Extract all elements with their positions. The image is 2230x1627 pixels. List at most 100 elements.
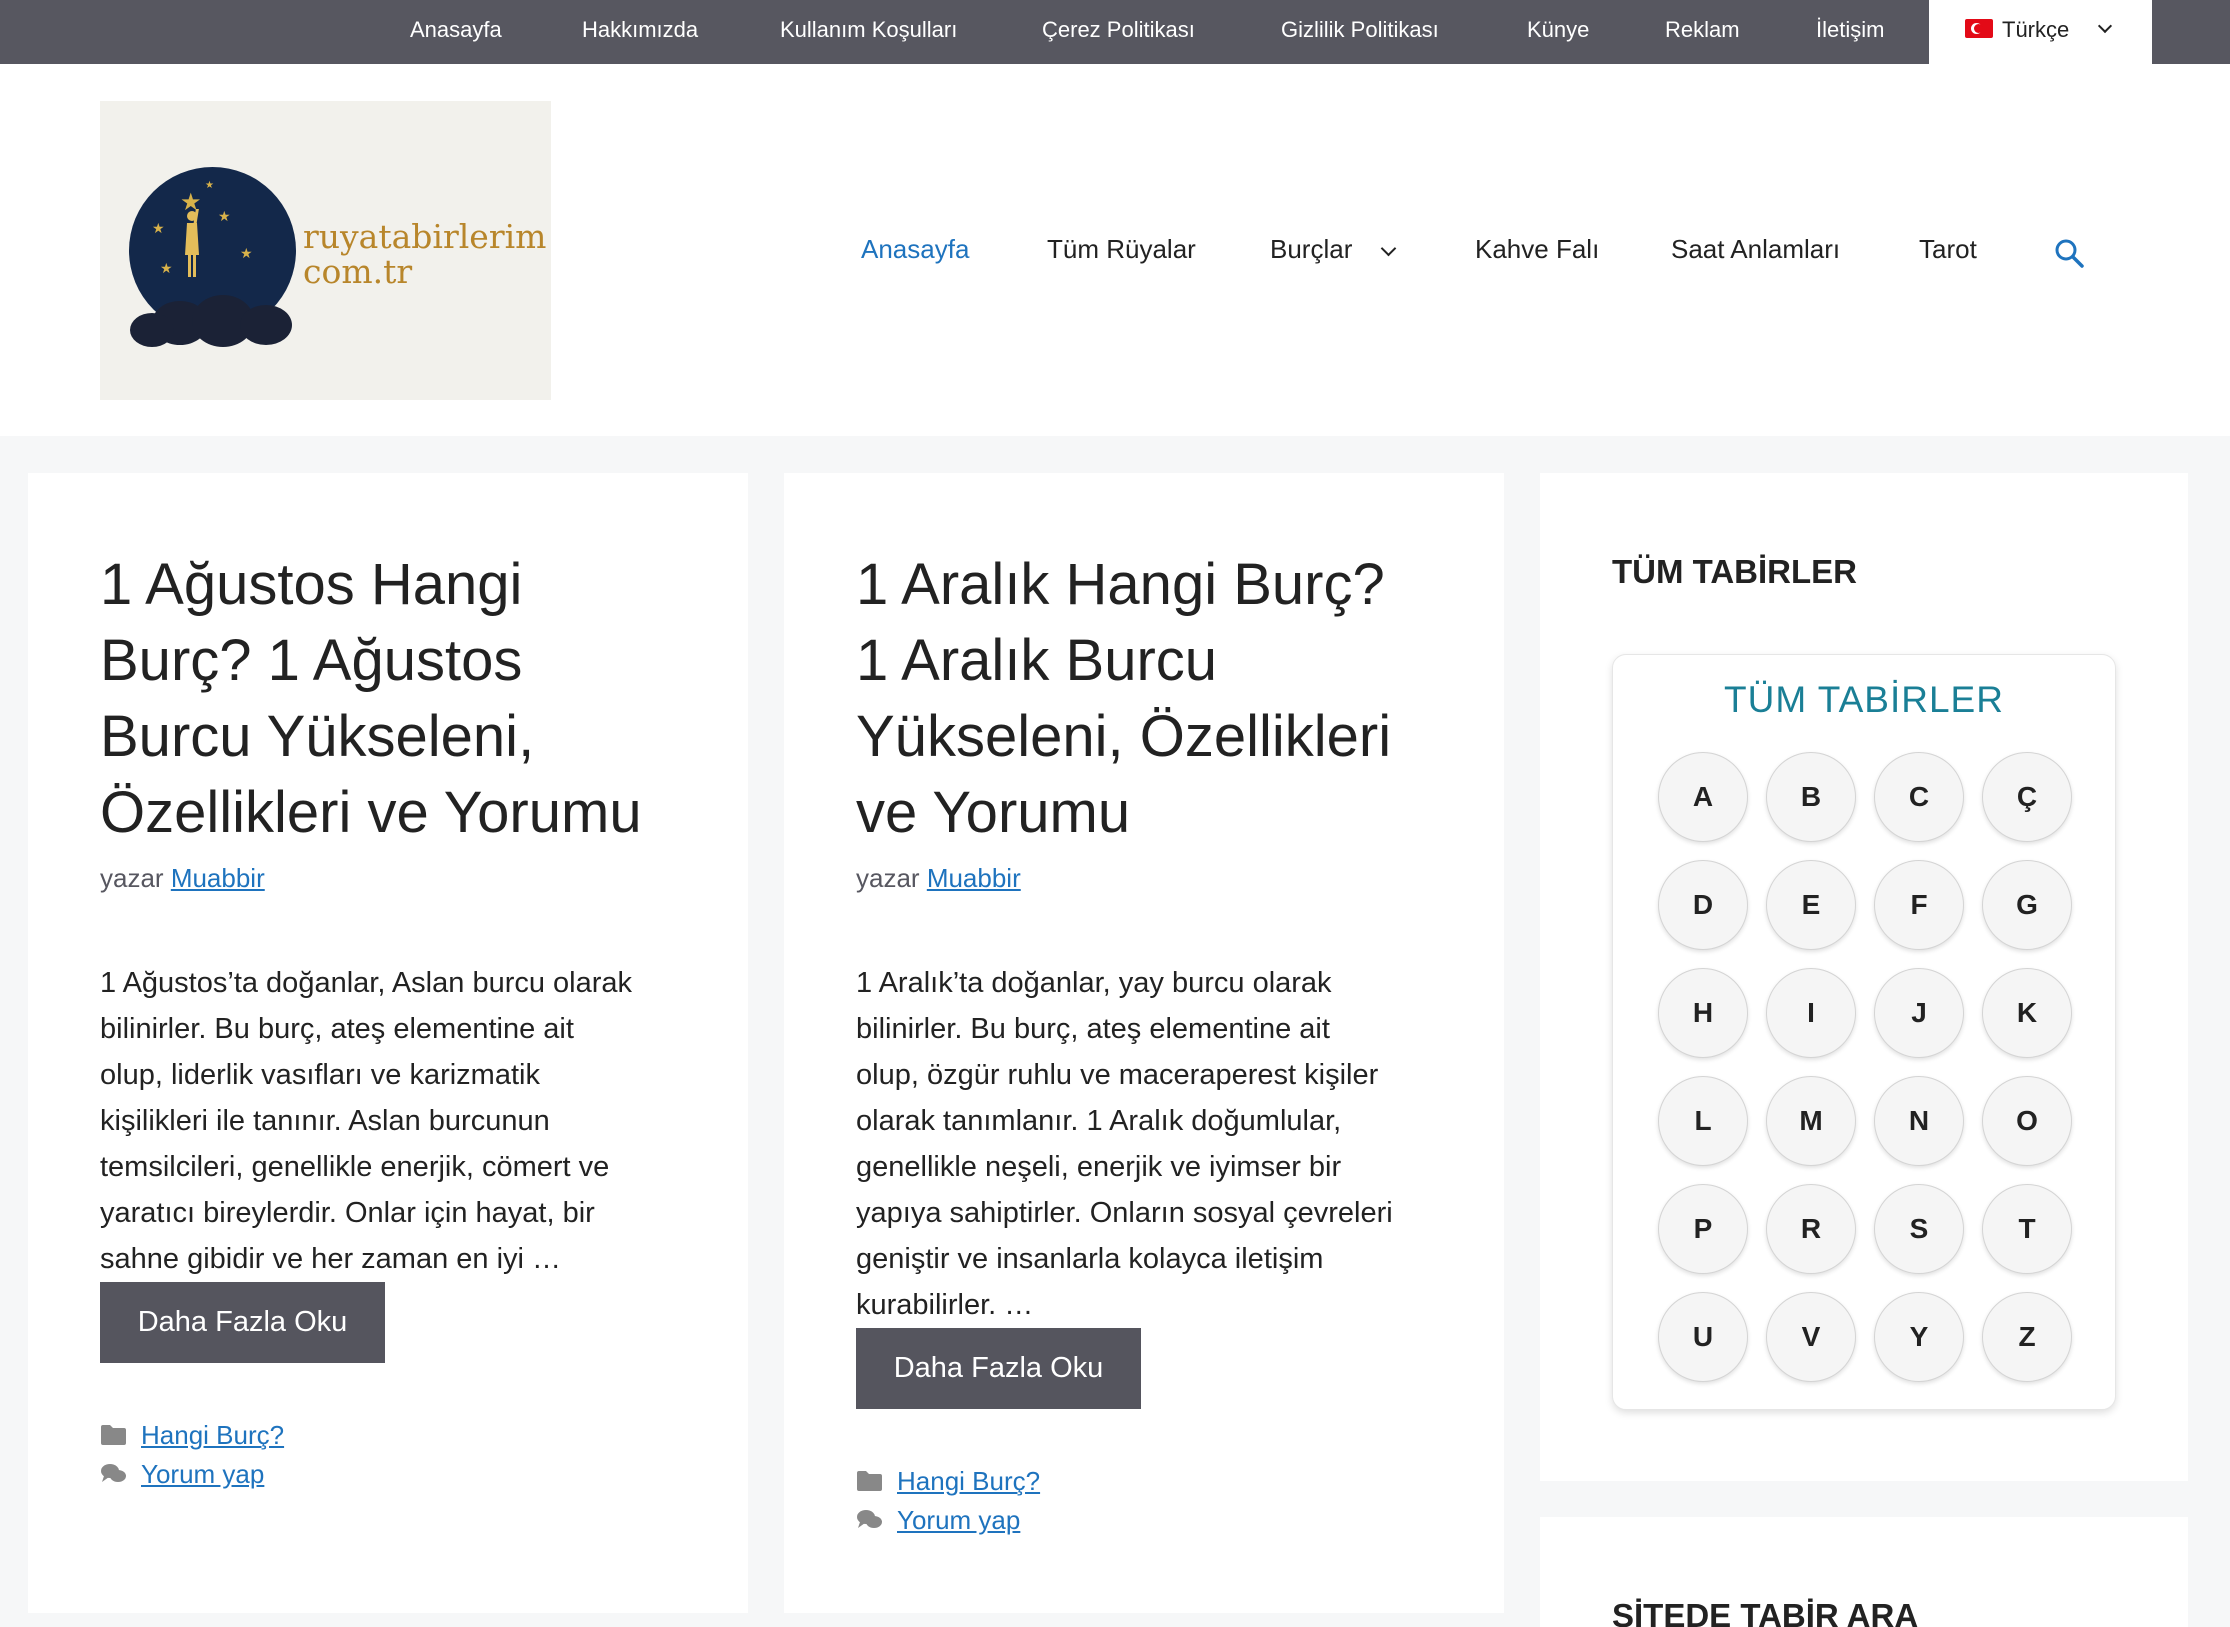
excerpt-line: 1 Ağustos’ta doğanlar, Aslan burcu olara… — [100, 967, 633, 999]
topbar-link-gizlilik-politikasi[interactable]: Gizlilik Politikası — [1281, 0, 1439, 64]
letter-button[interactable]: E — [1766, 860, 1856, 950]
chevron-down-icon — [2097, 18, 2113, 34]
language-selector[interactable]: Türkçe — [1929, 0, 2152, 64]
nav-item-anasayfa[interactable]: Anasayfa — [861, 234, 969, 265]
post-byline: yazar Muabbir — [856, 863, 1021, 894]
post-title-line[interactable]: 1 Ağustos Hangi — [100, 547, 740, 623]
letter-button[interactable]: N — [1874, 1076, 1964, 1166]
excerpt-line: sahne gibidir ve her zaman en iyi … — [100, 1243, 562, 1275]
post-card: 1 Ağustos Hangi Burç? 1 Ağustos Burcu Yü… — [28, 473, 748, 1613]
excerpt-line: bilinirler. Bu burç, ateş elementine ait — [856, 1013, 1330, 1045]
read-more-button[interactable]: Daha Fazla Oku — [100, 1282, 385, 1363]
category-link[interactable]: Hangi Burç? — [141, 1420, 284, 1451]
logo-cloud — [130, 313, 174, 347]
post-title[interactable]: 1 Ağustos Hangi Burç? 1 Ağustos Burcu Yü… — [100, 547, 740, 851]
author-link[interactable]: Muabbir — [927, 863, 1021, 893]
letter-button[interactable]: U — [1658, 1292, 1748, 1382]
widget-title: SİTEDE TABİR ARA — [1612, 1597, 1919, 1627]
letter-button[interactable]: I — [1766, 968, 1856, 1058]
letter-button[interactable]: Ç — [1982, 752, 2072, 842]
letter-button[interactable]: Z — [1982, 1292, 2072, 1382]
excerpt-line: temsilcileri, genellikle enerjik, cömert… — [100, 1151, 610, 1183]
site-header: ★ ★ ★ ★ ★ ★ ruyatabirlerim com.tr Anasay… — [0, 64, 2230, 436]
letter-button[interactable]: F — [1874, 860, 1964, 950]
post-title-line[interactable]: Yükseleni, Özellikleri — [856, 699, 1496, 775]
letter-button[interactable]: C — [1874, 752, 1964, 842]
letter-button[interactable]: R — [1766, 1184, 1856, 1274]
read-more-button[interactable]: Daha Fazla Oku — [856, 1328, 1141, 1409]
post-title-line[interactable]: Burcu Yükseleni, — [100, 699, 740, 775]
nav-item-tum-ruyalar[interactable]: Tüm Rüyalar — [1047, 234, 1196, 265]
excerpt-line: 1 Aralık’ta doğanlar, yay burcu olarak — [856, 967, 1332, 999]
letter-button[interactable]: G — [1982, 860, 2072, 950]
turkey-flag-icon — [1965, 19, 1993, 38]
alphabet-title: TÜM TABİRLER — [1724, 679, 2004, 720]
topbar-link-cerez-politikasi[interactable]: Çerez Politikası — [1042, 0, 1195, 64]
letter-button[interactable]: A — [1658, 752, 1748, 842]
nav-item-tarot[interactable]: Tarot — [1919, 234, 1977, 265]
category-link[interactable]: Hangi Burç? — [897, 1466, 1040, 1497]
comments-link[interactable]: Yorum yap — [897, 1505, 1020, 1536]
letter-button[interactable]: V — [1766, 1292, 1856, 1382]
post-byline: yazar Muabbir — [100, 863, 265, 894]
excerpt-line: bilinirler. Bu burç, ateş elementine ait — [100, 1013, 574, 1045]
folder-icon — [101, 1425, 126, 1445]
excerpt-line: yapıya sahiptirler. Onların sosyal çevre… — [856, 1197, 1393, 1229]
excerpt-line: yaratıcı bireylerdir. Onlar için hayat, … — [100, 1197, 595, 1229]
topbar-link-iletisim[interactable]: İletişim — [1816, 0, 1884, 64]
nav-item-kahve-fali[interactable]: Kahve Falı — [1475, 234, 1599, 265]
letter-button[interactable]: O — [1982, 1076, 2072, 1166]
topbar-link-reklam[interactable]: Reklam — [1665, 0, 1740, 64]
folder-icon — [857, 1471, 882, 1491]
letter-button[interactable]: Y — [1874, 1292, 1964, 1382]
letter-button[interactable]: S — [1874, 1184, 1964, 1274]
post-title-line[interactable]: 1 Aralık Hangi Burç? — [856, 547, 1496, 623]
excerpt-line: kişilikleri ile tanınır. Aslan burcunun — [100, 1105, 550, 1137]
letter-button[interactable]: J — [1874, 968, 1964, 1058]
nav-item-saat-anlamlari[interactable]: Saat Anlamları — [1671, 234, 1840, 265]
burclar-chevron-down-icon[interactable] — [1380, 240, 1397, 257]
topbar-link-anasayfa[interactable]: Anasayfa — [410, 0, 502, 64]
language-label: Türkçe — [2002, 17, 2070, 42]
letter-button[interactable]: D — [1658, 860, 1748, 950]
excerpt-line: olup, liderlik vasıfları ve karizmatik — [100, 1059, 540, 1091]
alphabet-index: TÜM TABİRLER ABCÇ DEFG HIJK LMNO PRST UVYZ — [1612, 654, 2116, 1410]
sidebar-widget-search: SİTEDE TABİR ARA — [1540, 1517, 2188, 1627]
author-link[interactable]: Muabbir — [171, 863, 265, 893]
letter-button[interactable]: B — [1766, 752, 1856, 842]
post-title-line[interactable]: Burç? 1 Ağustos — [100, 623, 740, 699]
site-logo[interactable]: ★ ★ ★ ★ ★ ★ ruyatabirlerim com.tr — [100, 101, 551, 400]
post-title[interactable]: 1 Aralık Hangi Burç? 1 Aralık Burcu Yüks… — [856, 547, 1496, 851]
comments-icon — [101, 1464, 126, 1482]
post-title-line[interactable]: ve Yorumu — [856, 775, 1496, 851]
excerpt-line: geniştir ve insanlarla kolayca iletişim — [856, 1243, 1324, 1275]
comments-link[interactable]: Yorum yap — [141, 1459, 264, 1490]
post-title-line[interactable]: 1 Aralık Burcu — [856, 623, 1496, 699]
logo-star-icon: ★ — [218, 208, 231, 224]
letter-button[interactable]: M — [1766, 1076, 1856, 1166]
logo-wordmark: ruyatabirlerim com.tr — [303, 219, 546, 289]
letter-button[interactable]: P — [1658, 1184, 1748, 1274]
logo-cloud — [240, 305, 292, 345]
letter-button[interactable]: H — [1658, 968, 1748, 1058]
logo-line-2: com.tr — [303, 252, 413, 291]
excerpt-line: genellikle neşeli, enerjik ve iyimser bi… — [856, 1151, 1342, 1183]
comments-icon — [857, 1510, 882, 1528]
nav-item-burclar[interactable]: Burçlar — [1270, 234, 1352, 265]
post-title-line[interactable]: Özellikleri ve Yorumu — [100, 775, 740, 851]
letter-button[interactable]: L — [1658, 1076, 1748, 1166]
logo-star-icon: ★ — [240, 245, 253, 261]
letter-button[interactable]: T — [1982, 1184, 2072, 1274]
search-icon[interactable] — [2054, 238, 2084, 268]
logo-girl-icon — [185, 209, 199, 277]
topbar-link-kunye[interactable]: Künye — [1527, 0, 1589, 64]
post-excerpt: 1 Aralık’ta doğanlar, yay burcu olarak b… — [856, 960, 1486, 1328]
letter-button[interactable]: K — [1982, 968, 2072, 1058]
logo-star-icon: ★ — [160, 260, 173, 276]
byline-prefix: yazar — [856, 863, 920, 893]
logo-star-icon: ★ — [205, 180, 214, 191]
logo-star-icon: ★ — [152, 220, 165, 236]
topbar-link-hakkimizda[interactable]: Hakkımızda — [582, 0, 698, 64]
byline-prefix: yazar — [100, 863, 164, 893]
topbar-link-kullanim-kosullari[interactable]: Kullanım Koşulları — [780, 0, 957, 64]
